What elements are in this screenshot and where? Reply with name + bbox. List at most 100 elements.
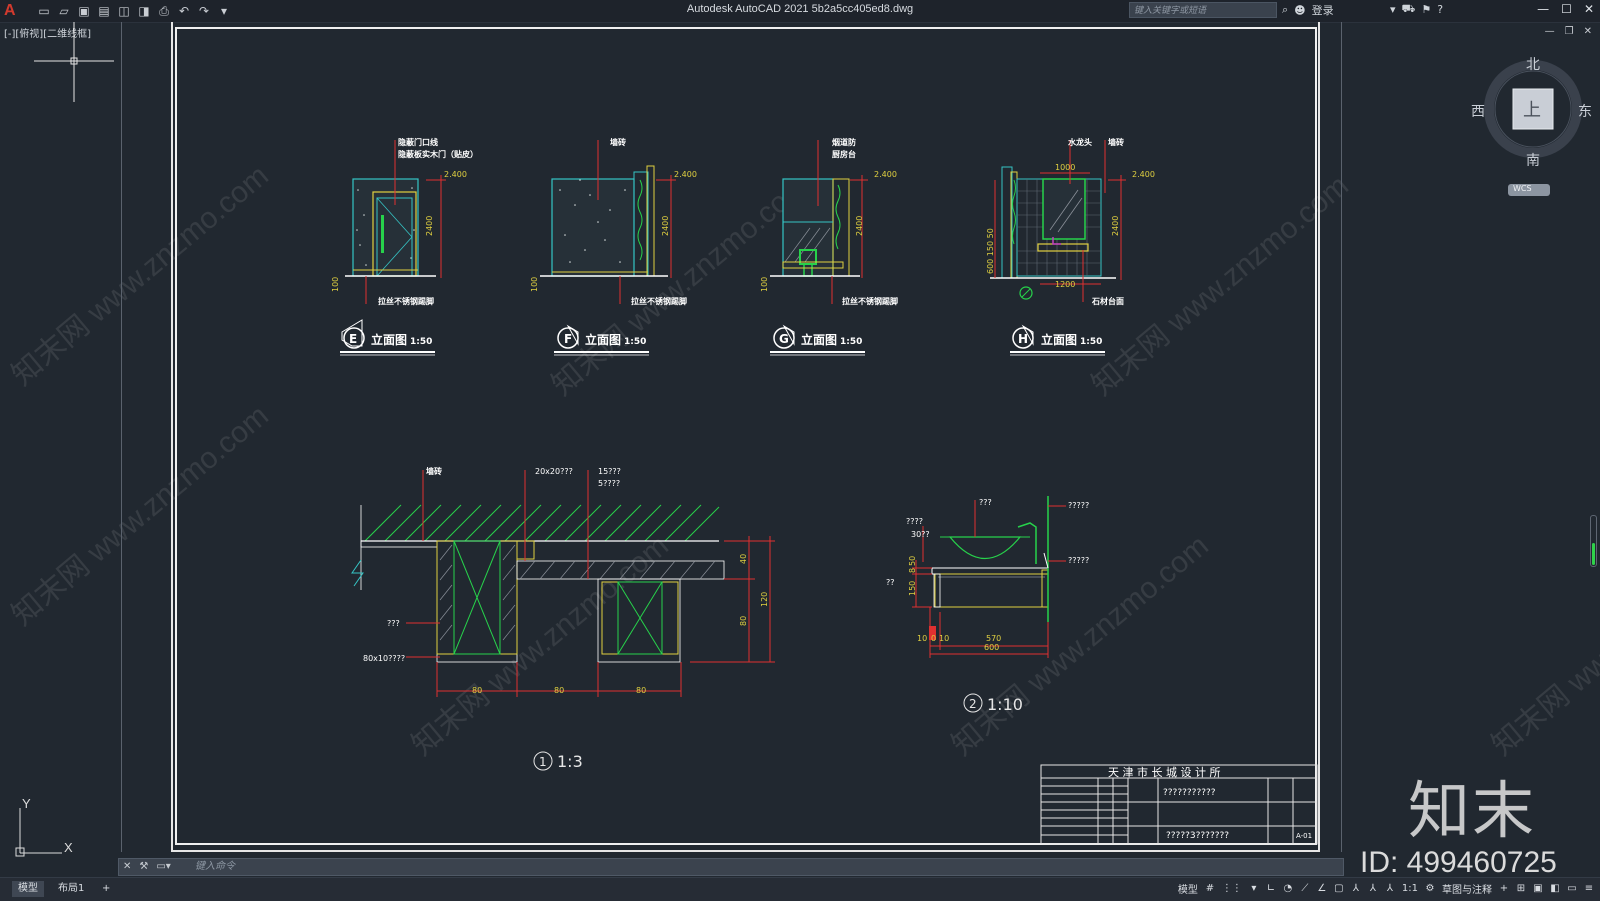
command-history-icon[interactable]: ▭▾ [156,859,170,875]
tab-layout-1[interactable]: 布局1 [52,881,90,897]
elevation-g-dim-top: 2.400 [874,170,897,179]
detail-2-dim-bottom-4: 570 [986,634,1001,643]
auto-scale-icon[interactable]: ⅄ [1368,883,1378,894]
annotation-scale-icon[interactable]: ⅄ [1385,883,1395,894]
command-input[interactable]: 键入命令 [195,859,235,875]
detail-2-label-2: ????? [1068,501,1089,510]
annotation-scale-value[interactable]: 1:1 [1402,883,1418,894]
detail-2-dim-bottom-2: 0 [931,634,936,643]
elevation-g-title: 立面图 [801,332,837,347]
wcs-menu-button[interactable]: WCS [1513,184,1532,193]
elevation-h-dim-side: 2400 [1111,216,1120,236]
detail-2-label-4: ???? [906,517,923,526]
detail-2-dim-bottom-1: 10 [917,634,927,643]
detail-1-scale: 1:3 [557,752,583,771]
elevation-f-label-bottom: 拉丝不锈钢踢脚 [631,296,687,306]
detail-1-dim-bottom-3: 80 [636,686,646,695]
detail-2-number: 2 [969,697,977,711]
elevation-e-dim-side: 2400 [425,216,434,236]
viewcube-top-face[interactable]: 上 [1523,96,1541,122]
elevation-g-label-bottom: 拉丝不锈钢踢脚 [842,296,898,306]
ucs-y-label: Y [22,796,31,811]
elevation-h-dim-left: 600 150 50 [986,228,995,274]
grid-icon[interactable]: # [1205,883,1215,894]
viewcube-west-label[interactable]: 西 [1471,101,1485,121]
vertical-scroll-indicator[interactable] [1590,515,1597,567]
elevation-e-dim-top: 2.400 [444,170,467,179]
elevation-g-dim-base: 100 [760,277,769,292]
elevation-f-dim-top: 2.400 [674,170,697,179]
ortho-icon[interactable]: ∟ [1266,883,1276,894]
detail-1-label-left-2: 80x10???? [363,654,405,663]
elevation-f-scale: 1:50 [624,337,646,347]
elevation-g-letter: G [779,332,789,346]
close-command-icon[interactable]: ✕ [123,859,131,875]
detail-1-drawing [351,470,775,697]
title-block-drawing-name: ?????3??????? [1166,831,1229,841]
customize-command-icon[interactable]: ⚒ [139,859,148,875]
quick-properties-icon[interactable]: ▣ [1533,883,1543,894]
elevation-g-scale: 1:50 [840,337,862,347]
isolate-objects-icon[interactable]: ◧ [1550,883,1560,894]
viewcube-north-label[interactable]: 北 [1526,54,1540,74]
detail-1-dim-right-2: 80 [739,616,748,626]
detail-2-dim-bottom-3: 10 [939,634,949,643]
object-snap-tracking-icon[interactable]: ∠ [1317,883,1327,894]
command-line[interactable]: ✕ ⚒ ▭▾ 键入命令 [118,858,1344,876]
customization-menu-icon[interactable]: ≡ [1584,883,1594,894]
detail-1-dim-bottom-1: 80 [472,686,482,695]
elevation-e-scale: 1:50 [410,337,432,347]
elevation-f-drawing [540,140,676,304]
elevation-e-dim-base: 100 [331,277,340,292]
elevation-f-letter: F [564,332,572,346]
elevation-h-dim-width-top: 1000 [1055,163,1075,172]
title-block-drawing-no: A-01 [1296,832,1312,840]
elevation-h-title: 立面图 [1041,332,1077,347]
annotation-visibility-icon[interactable]: ⅄ [1351,883,1361,894]
object-snap-icon[interactable]: ▢ [1334,883,1344,894]
drawing-canvas[interactable]: Y X 隐蔽门口线 隐蔽板实木门（贴皮） 2.400 2400 100 拉丝不锈… [0,0,1600,900]
detail-1-dim-right-3: 120 [760,592,769,607]
ucs-icon [15,808,62,857]
title-block-company: 天 津 市 长 城 设 计 所 [1108,765,1220,779]
elevation-h-scale: 1:50 [1080,337,1102,347]
detail-1-label-4: 5???? [598,479,620,488]
infer-constraints-icon[interactable]: ▾ [1249,883,1259,894]
units-icon[interactable]: ⊞ [1516,883,1526,894]
model-space-button[interactable]: 模型 [1178,881,1198,896]
elevation-e-label-top-2: 隐蔽板实木门（贴皮） [398,149,478,159]
elevation-f-dim-side: 2400 [661,216,670,236]
add-layout-button[interactable]: + [96,881,116,897]
viewcube-south-label[interactable]: 南 [1526,150,1540,170]
detail-2-dim-bottom-5: 600 [984,643,999,652]
clean-screen-icon[interactable]: ▭ [1567,883,1577,894]
polar-icon[interactable]: ◔ [1283,883,1293,894]
workspace-gear-icon[interactable]: ⚙ [1425,883,1435,894]
isodraft-icon[interactable]: ⟋ [1300,883,1310,894]
elevation-h-dim-top: 2.400 [1132,170,1155,179]
crosshair-cursor [34,22,114,102]
tab-model[interactable]: 模型 [12,881,44,897]
workspace-switch-label[interactable]: 草图与注释 [1442,881,1492,896]
detail-1-label-left-1: ??? [387,619,400,628]
detail-1-label-3: 15??? [598,467,621,476]
annotation-monitor-icon[interactable]: + [1499,883,1509,894]
elevation-e-label-bottom: 拉丝不锈钢踢脚 [378,296,434,306]
elevation-g-drawing [770,140,868,304]
detail-1-label-2: 20x20??? [535,467,573,476]
detail-2-dim-left-1: 50 [908,556,917,566]
ucs-x-label: X [64,840,73,855]
watermark-brand: 知末 [1408,774,1537,847]
detail-2-label-1: ??? [979,498,992,507]
detail-1-dim-right-1: 40 [739,554,748,564]
elevation-g-label-top-2: 厨房台 [832,149,856,159]
snap-icon[interactable]: ⋮⋮ [1222,883,1242,894]
title-block-project: ??????????? [1163,788,1216,798]
viewcube-east-label[interactable]: 东 [1578,101,1592,121]
elevation-f-title: 立面图 [585,332,621,347]
elevation-h-letter: H [1018,332,1028,346]
status-bar: 模型 布局1 + 模型 # ⋮⋮ ▾ ∟ ◔ ⟋ ∠ ▢ ⅄ ⅄ ⅄ 1:1 ⚙… [0,877,1600,901]
viewcube[interactable]: 北 南 西 东 上 WCS [1471,57,1592,208]
elevation-e-title: 立面图 [371,332,407,347]
viewcube-ring [1484,60,1582,196]
